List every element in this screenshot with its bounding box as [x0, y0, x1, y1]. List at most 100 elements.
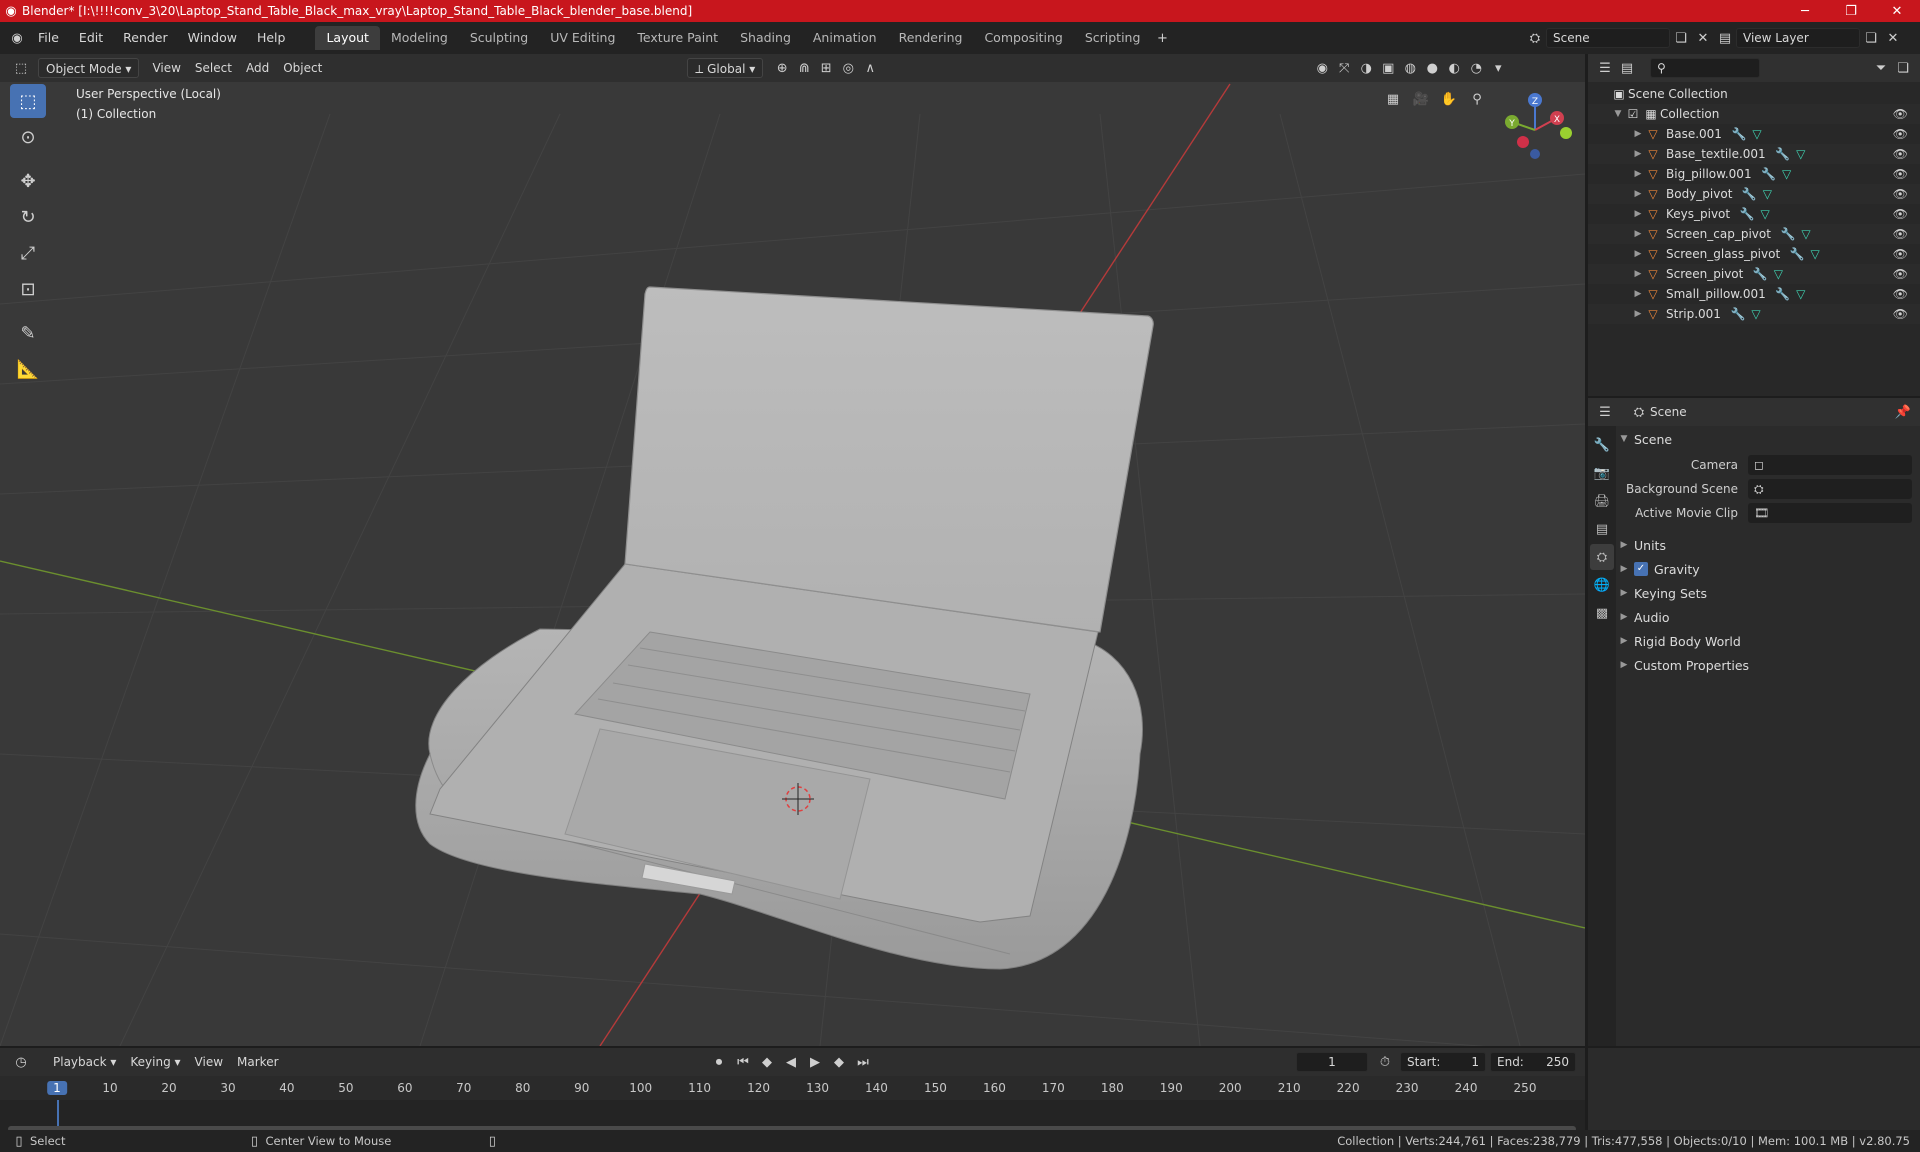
outliner-object-row[interactable]: ▶ ▽ Base_textile.001 🔧 ▽ 👁: [1588, 144, 1920, 164]
keying-sets-section[interactable]: ▶ Keying Sets: [1618, 582, 1918, 604]
gizmo-icon[interactable]: ⤧: [1333, 57, 1355, 79]
mesh-data-icon[interactable]: ▽: [1792, 287, 1810, 301]
filter-icon[interactable]: ⏷: [1870, 57, 1892, 79]
pan-view-icon[interactable]: ✋: [1438, 88, 1460, 110]
tab-layout[interactable]: Layout: [315, 26, 380, 50]
expand-object-icon[interactable]: ▶: [1632, 289, 1644, 299]
collapse-scene-icon[interactable]: ▼: [1618, 434, 1630, 444]
modifier-icon[interactable]: 🔧: [1740, 187, 1758, 201]
timeline-menu-keying[interactable]: Keying ▾: [123, 1052, 187, 1072]
preview-range-icon[interactable]: ⏱: [1374, 1051, 1396, 1073]
tab-compositing[interactable]: Compositing: [973, 26, 1073, 50]
tool-tab-icon[interactable]: 🔧: [1590, 432, 1614, 458]
properties-editor-icon[interactable]: ☰: [1594, 401, 1616, 423]
expand-audio-icon[interactable]: ▶: [1618, 612, 1630, 622]
viewport-menu-select[interactable]: Select: [188, 58, 239, 78]
expand-object-icon[interactable]: ▶: [1632, 309, 1644, 319]
next-keyframe-icon[interactable]: ◆: [828, 1051, 850, 1073]
eye-icon[interactable]: 👁: [1893, 127, 1908, 141]
outliner-object-row[interactable]: ▶ ▽ Screen_pivot 🔧 ▽ 👁: [1588, 264, 1920, 284]
modifier-icon[interactable]: 🔧: [1738, 207, 1756, 221]
expand-gravity-icon[interactable]: ▶: [1618, 564, 1630, 574]
jump-end-icon[interactable]: ⏭: [852, 1051, 874, 1073]
measure-tool-icon[interactable]: 📐: [10, 352, 46, 386]
cursor-tool-icon[interactable]: ⊙: [10, 120, 46, 154]
expand-object-icon[interactable]: ▶: [1632, 149, 1644, 159]
menu-help[interactable]: Help: [247, 27, 296, 49]
units-section[interactable]: ▶ Units: [1618, 534, 1918, 556]
timeline-track[interactable]: [0, 1100, 1585, 1134]
eye-icon[interactable]: 👁: [1893, 147, 1908, 161]
mesh-data-icon[interactable]: ▽: [1797, 227, 1815, 241]
modifier-icon[interactable]: 🔧: [1729, 307, 1747, 321]
record-icon[interactable]: ⏺: [708, 1051, 730, 1073]
tab-uv-editing[interactable]: UV Editing: [539, 26, 626, 50]
shading-material-icon[interactable]: ◐: [1443, 57, 1465, 79]
tab-shading[interactable]: Shading: [729, 26, 802, 50]
modifier-icon[interactable]: 🔧: [1730, 127, 1748, 141]
outliner-collection[interactable]: ▼ ☑ ▦ Collection 👁: [1588, 104, 1920, 124]
shading-solid-icon[interactable]: ●: [1421, 57, 1443, 79]
eye-icon[interactable]: 👁: [1893, 227, 1908, 241]
gizmo-neg-z-icon[interactable]: [1530, 149, 1540, 159]
start-frame-field[interactable]: Start: 1: [1400, 1052, 1486, 1072]
menu-window[interactable]: Window: [178, 27, 247, 49]
proportional-edit-icon[interactable]: ◎: [837, 57, 859, 79]
mesh-data-icon[interactable]: ▽: [1748, 127, 1766, 141]
minimize-icon[interactable]: ─: [1782, 0, 1828, 22]
expand-rigid-body-icon[interactable]: ▶: [1618, 636, 1630, 646]
maximize-icon[interactable]: ❐: [1828, 0, 1874, 22]
mesh-data-icon[interactable]: ▽: [1769, 267, 1787, 281]
mesh-data-icon[interactable]: ▽: [1756, 207, 1774, 221]
eye-icon[interactable]: 👁: [1893, 107, 1908, 121]
zoom-view-icon[interactable]: ⚲: [1466, 88, 1488, 110]
menu-edit[interactable]: Edit: [69, 27, 113, 49]
display-mode-icon[interactable]: ▤: [1616, 57, 1638, 79]
toggle-grid-icon[interactable]: ▦: [1382, 88, 1404, 110]
background-scene-field[interactable]: ⛭: [1748, 479, 1912, 499]
expand-custom-properties-icon[interactable]: ▶: [1618, 660, 1630, 670]
outliner-object-row[interactable]: ▶ ▽ Keys_pivot 🔧 ▽ 👁: [1588, 204, 1920, 224]
view-layer-tab-icon[interactable]: ▤: [1590, 516, 1614, 542]
view-layer-icon[interactable]: ▤: [1714, 27, 1736, 49]
outliner-object-row[interactable]: ▶ ▽ Screen_glass_pivot 🔧 ▽ 👁: [1588, 244, 1920, 264]
scene-section[interactable]: ▼ Scene: [1618, 428, 1918, 450]
xray-icon[interactable]: ▣: [1377, 57, 1399, 79]
transform-tool-icon[interactable]: ⊡: [10, 272, 46, 306]
output-tab-icon[interactable]: 🖨: [1590, 488, 1614, 514]
gizmo-neg-y-icon[interactable]: [1560, 127, 1572, 139]
eye-icon[interactable]: 👁: [1893, 267, 1908, 281]
outliner-scene-collection[interactable]: ▣ Scene Collection: [1588, 84, 1920, 104]
snap-icon[interactable]: ⋒: [793, 57, 815, 79]
pin-icon[interactable]: 📌: [1892, 401, 1914, 423]
expand-units-icon[interactable]: ▶: [1618, 540, 1630, 550]
outliner-object-row[interactable]: ▶ ▽ Strip.001 🔧 ▽ 👁: [1588, 304, 1920, 324]
outliner-editor-icon[interactable]: ☰: [1594, 57, 1616, 79]
timeline-menu-marker[interactable]: Marker: [230, 1052, 285, 1072]
expand-collection-icon[interactable]: ▼: [1612, 109, 1624, 119]
rotate-tool-icon[interactable]: ↻: [10, 200, 46, 234]
mesh-data-icon[interactable]: ▽: [1806, 247, 1824, 261]
jump-start-icon[interactable]: ⏮: [732, 1051, 754, 1073]
outliner-object-row[interactable]: ▶ ▽ Small_pillow.001 🔧 ▽ 👁: [1588, 284, 1920, 304]
mesh-data-icon[interactable]: ▽: [1747, 307, 1765, 321]
outliner-search-input[interactable]: ⚲: [1650, 58, 1760, 78]
world-tab-icon[interactable]: 🌐: [1590, 572, 1614, 598]
modifier-icon[interactable]: 🔧: [1760, 167, 1778, 181]
annotate-tool-icon[interactable]: ✎: [10, 316, 46, 350]
mesh-data-icon[interactable]: ▽: [1758, 187, 1776, 201]
expand-object-icon[interactable]: ▶: [1632, 249, 1644, 259]
texture-tab-icon[interactable]: ▩: [1590, 600, 1614, 626]
viewport-scene[interactable]: [0, 54, 1585, 1046]
expand-object-icon[interactable]: ▶: [1632, 229, 1644, 239]
camera-field[interactable]: ◻: [1748, 455, 1912, 475]
mesh-data-icon[interactable]: ▽: [1778, 167, 1796, 181]
eye-icon[interactable]: 👁: [1893, 287, 1908, 301]
move-tool-icon[interactable]: ✥: [10, 164, 46, 198]
overlay-icon[interactable]: ◑: [1355, 57, 1377, 79]
gizmo-neg-x-icon[interactable]: [1517, 136, 1529, 148]
tab-modeling[interactable]: Modeling: [380, 26, 459, 50]
play-reverse-icon[interactable]: ◀: [780, 1051, 802, 1073]
close-icon[interactable]: ✕: [1874, 0, 1920, 22]
expand-object-icon[interactable]: ▶: [1632, 209, 1644, 219]
